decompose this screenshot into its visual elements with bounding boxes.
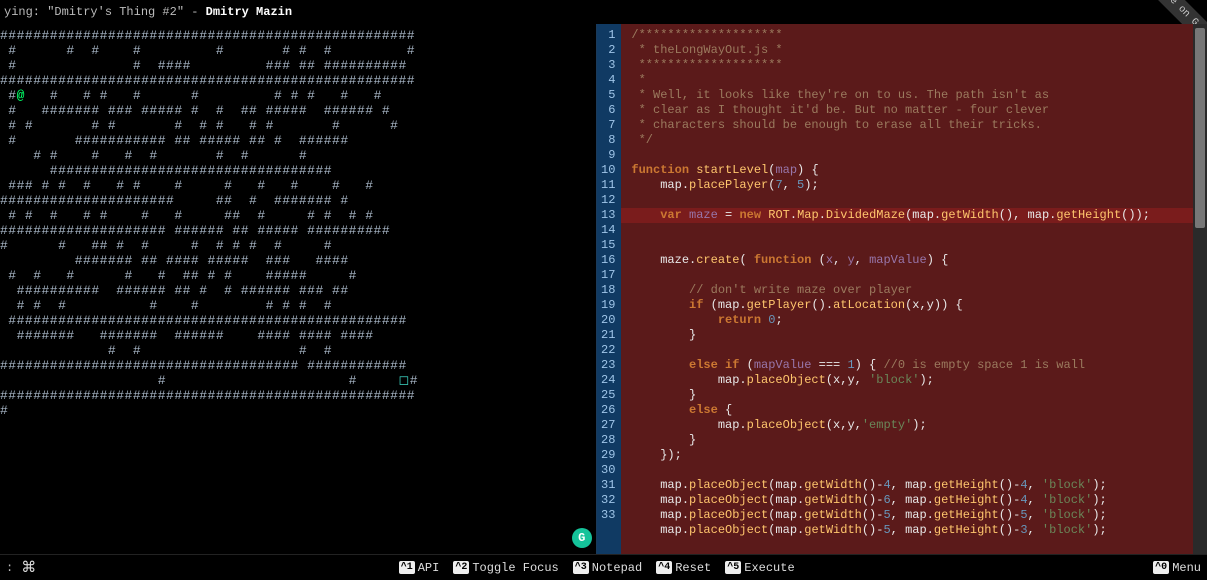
code-line[interactable]: map.placePlayer(7, 5); (631, 178, 818, 192)
workspace: ########################################… (0, 24, 1207, 554)
code-line[interactable]: * clear as I thought it'd be. But no mat… (631, 103, 1049, 117)
code-line[interactable]: map.placeObject(map.getWidth()-6, map.ge… (631, 493, 1106, 507)
code-line[interactable]: } (631, 388, 696, 402)
status-action-0[interactable]: ^1API (399, 561, 440, 575)
code-editor[interactable]: 1234567891011121314151617181920212223242… (596, 24, 1207, 554)
code-line[interactable]: * Well, it looks like they're on to us. … (631, 88, 1049, 102)
code-line[interactable]: map.placeObject(x,y,'empty'); (631, 418, 926, 432)
code-line[interactable]: if (map.getPlayer().atLocation(x,y)) { (631, 298, 962, 312)
menu-key: ^0 (1153, 561, 1169, 574)
code-line[interactable]: return 0; (631, 313, 782, 327)
code-line[interactable]: } (631, 433, 696, 447)
code-line[interactable]: map.placeObject(map.getWidth()-5, map.ge… (631, 508, 1106, 522)
menu-label: Menu (1172, 561, 1201, 575)
code-line[interactable]: * theLongWayOut.js * (631, 43, 782, 57)
status-key: ^1 (399, 561, 415, 574)
code-line[interactable]: else { (631, 403, 732, 417)
status-label: Notepad (592, 561, 642, 575)
code-line[interactable]: map.placeObject(map.getWidth()-4, map.ge… (631, 478, 1106, 492)
now-playing-bar: ying: "Dmitry's Thing #2" - Dmitry Mazin (0, 0, 1207, 24)
code-line[interactable]: /******************** (631, 28, 782, 42)
code-line[interactable]: map.placeObject(x,y, 'block'); (631, 373, 933, 387)
status-label: Execute (744, 561, 794, 575)
scrollbar-thumb[interactable] (1195, 28, 1205, 228)
status-key: ^3 (573, 561, 589, 574)
game-map[interactable]: ########################################… (0, 24, 596, 554)
code-line[interactable]: maze.create( function (x, y, mapValue) { (631, 253, 948, 267)
grammarly-icon[interactable]: G (572, 528, 592, 548)
status-bar: : ⌘ ^1API^2Toggle Focus^3Notepad^4Reset^… (0, 554, 1207, 580)
prompt-colon: : (6, 561, 13, 575)
editor-scrollbar[interactable] (1193, 24, 1207, 554)
code-line[interactable]: // don't write maze over player (631, 283, 912, 297)
code-line[interactable]: * (631, 73, 645, 87)
code-line[interactable]: function startLevel(map) { (631, 163, 818, 177)
status-key: ^5 (725, 561, 741, 574)
status-key: ^4 (656, 561, 672, 574)
menu-button[interactable]: ^0Menu (1153, 561, 1201, 575)
code-line[interactable]: else if (mapValue === 1) { //0 is empty … (631, 358, 1085, 372)
status-key: ^2 (453, 561, 469, 574)
code-line[interactable]: } (631, 328, 696, 342)
status-action-4[interactable]: ^5Execute (725, 561, 794, 575)
status-label: API (418, 561, 440, 575)
now-playing-prefix: ying: "Dmitry's Thing #2" - (4, 5, 206, 19)
status-action-1[interactable]: ^2Toggle Focus (453, 561, 558, 575)
status-label: Toggle Focus (472, 561, 558, 575)
status-label: Reset (675, 561, 711, 575)
code-line[interactable]: * characters should be enough to erase a… (631, 118, 1041, 132)
line-gutter: 1234567891011121314151617181920212223242… (597, 24, 621, 554)
status-action-2[interactable]: ^3Notepad (573, 561, 642, 575)
code-line[interactable]: }); (631, 448, 681, 462)
now-playing-artist: Dmitry Mazin (206, 5, 292, 19)
status-action-3[interactable]: ^4Reset (656, 561, 711, 575)
code-line[interactable]: var maze = new ROT.Map.DividedMaze(map.g… (621, 208, 1193, 223)
code-area[interactable]: /******************** * theLongWayOut.js… (621, 24, 1193, 554)
command-key-icon: ⌘ (21, 558, 36, 577)
code-line[interactable]: */ (631, 133, 653, 147)
code-line[interactable]: map.placeObject(map.getWidth()-5, map.ge… (631, 523, 1106, 537)
code-line[interactable]: ******************** (631, 58, 782, 72)
